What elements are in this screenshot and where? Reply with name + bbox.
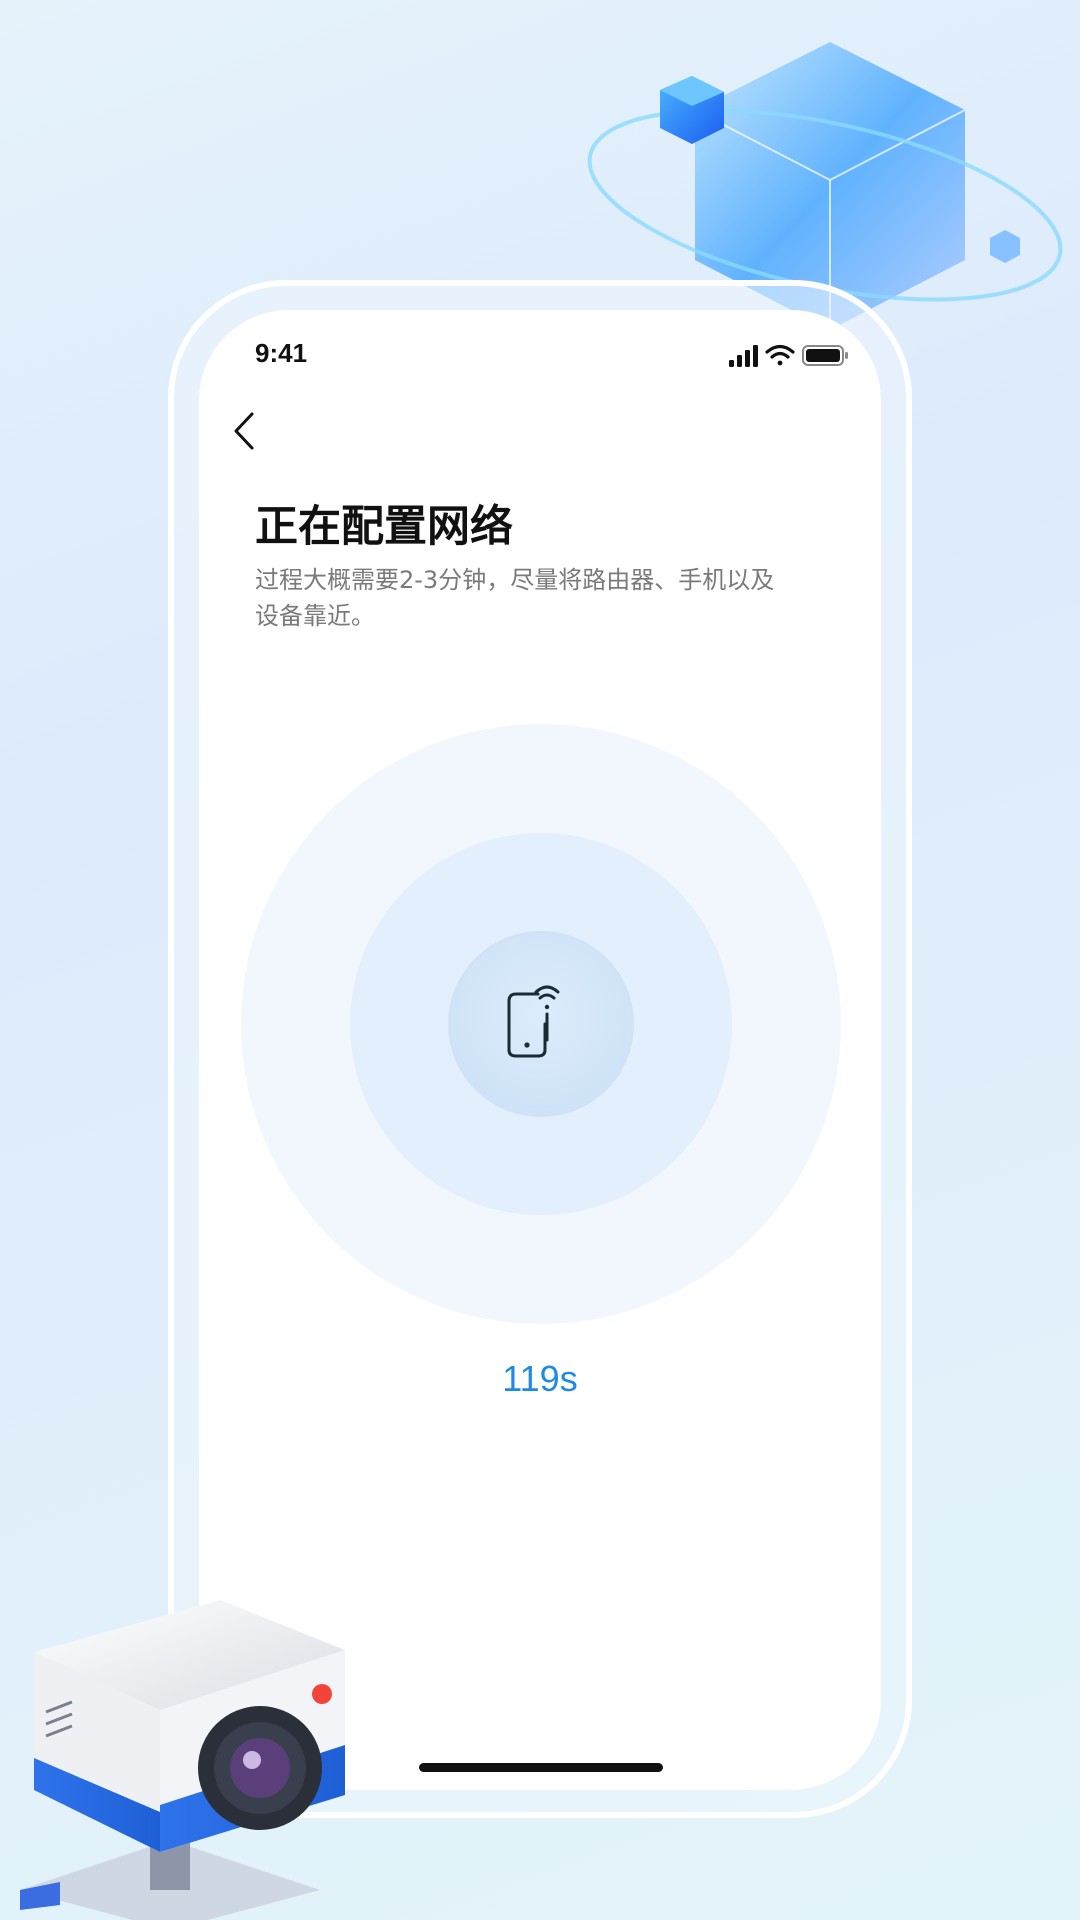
- status-time: 9:41: [255, 338, 308, 368]
- phone-screen: 9:41 正在配置网络 过程大概需要2-3分钟，尽量将路由器、手机以及设备靠近。: [199, 310, 881, 1790]
- back-button[interactable]: [225, 406, 265, 456]
- chevron-left-icon: [234, 412, 254, 450]
- page-title: 正在配置网络: [255, 502, 513, 552]
- battery-icon: [802, 345, 848, 366]
- status-bar-icons: [729, 344, 848, 367]
- home-indicator: [419, 1763, 663, 1772]
- countdown-timer: 119s: [502, 1358, 578, 1399]
- phone-wifi-icon: [507, 985, 560, 1058]
- signal-icon: [729, 345, 758, 367]
- wifi-icon: [765, 344, 795, 366]
- decorative-camera-illustration: [20, 1600, 345, 1920]
- page-subtitle: 过程大概需要2-3分钟，尽量将路由器、手机以及设备靠近。: [255, 566, 775, 630]
